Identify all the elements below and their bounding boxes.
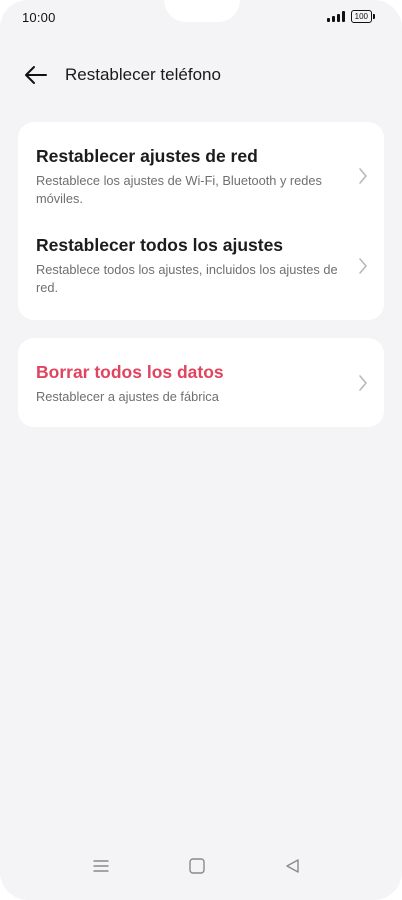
back-triangle-icon[interactable] [283, 856, 303, 876]
reset-all-description: Restablece todos los ajustes, incluidos … [36, 262, 338, 295]
erase-all-description: Restablecer a ajustes de fábrica [36, 389, 219, 404]
home-icon[interactable] [187, 856, 207, 876]
phone-screen: 10:00 100 Restablecer teléfono Restablec… [0, 0, 402, 900]
menu-icon[interactable] [91, 856, 111, 876]
reset-network-settings-item[interactable]: Restablecer ajustes de red Restablece lo… [18, 122, 384, 221]
app-header: Restablecer teléfono [0, 58, 402, 92]
battery-level: 100 [354, 12, 368, 21]
battery-icon: 100 [350, 10, 376, 23]
reset-all-settings-item[interactable]: Restablecer todos los ajustes Restablece… [18, 221, 384, 320]
chevron-right-icon [359, 375, 367, 391]
camera-notch [164, 0, 240, 22]
status-icons: 100 [326, 10, 376, 23]
chevron-right-icon [359, 168, 367, 184]
page-title: Restablecer teléfono [65, 65, 221, 84]
arrow-left-icon[interactable] [24, 64, 48, 86]
reset-settings-card: Restablecer ajustes de red Restablece lo… [18, 122, 384, 320]
chevron-right-icon [359, 258, 367, 274]
erase-all-title: Borrar todos los datos [36, 362, 224, 382]
system-navigation-bar [0, 840, 402, 900]
reset-network-description: Restablece los ajustes de Wi-Fi, Bluetoo… [36, 173, 322, 206]
signal-icon [326, 11, 345, 22]
erase-all-data-item[interactable]: Borrar todos los datos Restablecer a aju… [18, 338, 384, 427]
erase-data-card: Borrar todos los datos Restablecer a aju… [18, 338, 384, 427]
reset-network-title: Restablecer ajustes de red [36, 146, 258, 166]
status-time: 10:00 [22, 10, 56, 25]
reset-all-title: Restablecer todos los ajustes [36, 235, 284, 255]
